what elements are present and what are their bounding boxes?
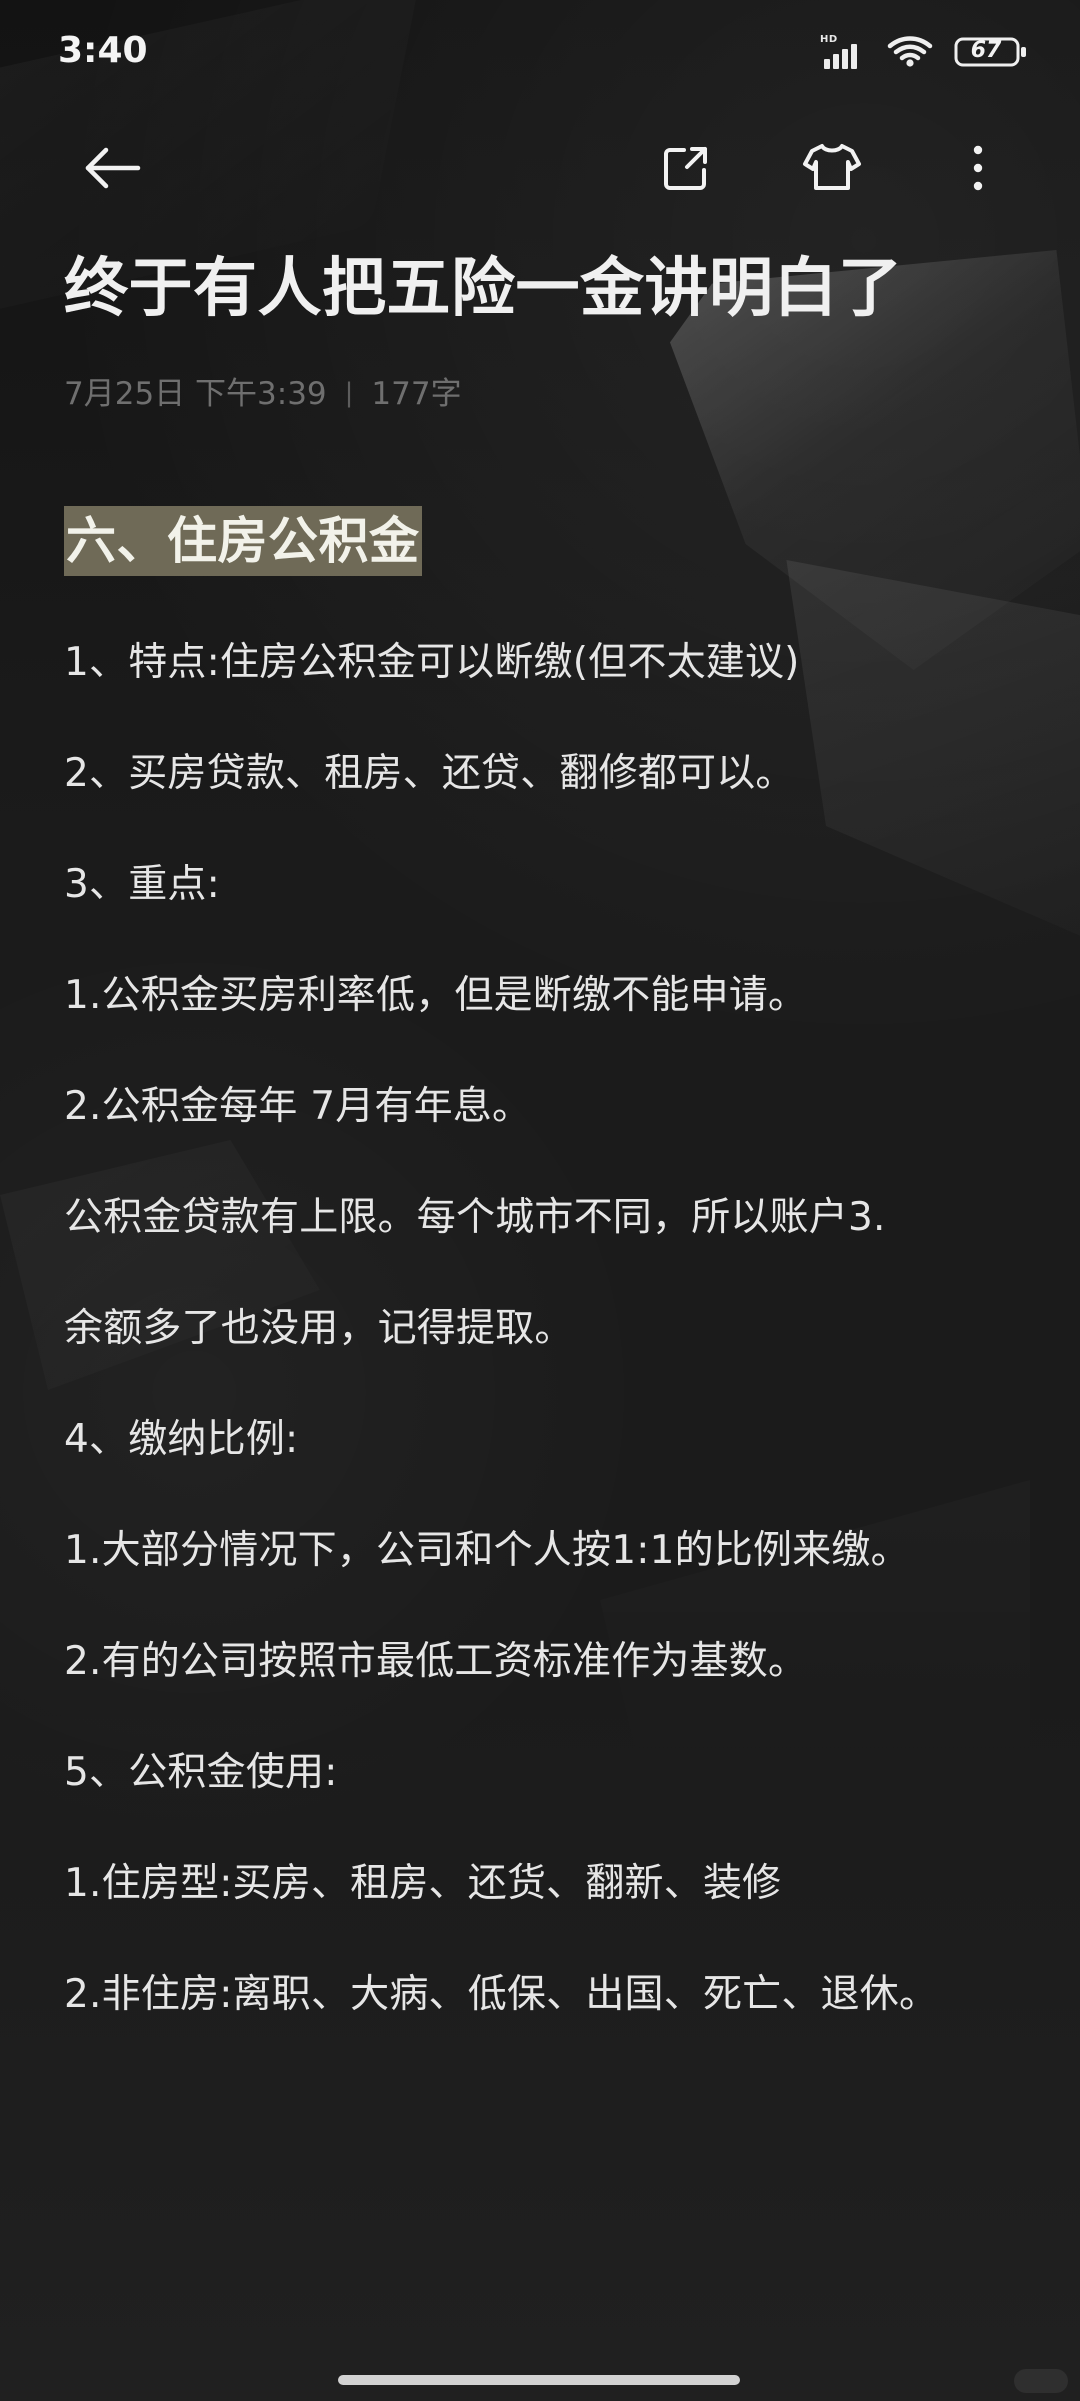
note-line: 2.非住房:离职、大病、低保、出国、死亡、退休。 <box>64 1972 939 2017</box>
note-line: 5、公积金使用: <box>64 1750 338 1795</box>
status-icons: HD 67 <box>820 30 1028 74</box>
battery-level: 67 <box>970 38 1002 63</box>
note-line: 3、重点: <box>64 862 220 907</box>
back-arrow-icon <box>85 147 141 189</box>
note-date: 7月25日 下午3:39 <box>64 376 327 412</box>
note-toolbar <box>0 120 1080 220</box>
signal-icon <box>824 44 857 69</box>
status-time: 3:40 <box>58 30 148 71</box>
note-line: 1、特点:住房公积金可以断缴(但不太建议) <box>64 640 800 685</box>
more-button[interactable] <box>930 120 1026 216</box>
note-body: 1、特点:住房公积金可以断缴(但不太建议) 2、买房贷款、租房、还贷、翻修都可以… <box>64 628 1024 2071</box>
more-vertical-icon <box>973 145 983 191</box>
note-title: 终于有人把五险一金讲明白了 <box>64 252 903 326</box>
note-line: 4、缴纳比例: <box>64 1417 299 1462</box>
meta-separator: | <box>344 378 354 408</box>
note-line: 1.大部分情况下，公司和个人按1:1的比例来缴。 <box>64 1528 910 1573</box>
note-meta: 7月25日 下午3:39 | 177字 <box>64 374 462 414</box>
note-line: 1.住房型:买房、租房、还货、翻新、装修 <box>64 1861 782 1906</box>
battery-indicator: 67 <box>954 36 1028 68</box>
note-line: 余额多了也没用，记得提取。 <box>64 1306 574 1351</box>
section-heading: 六、住房公积金 <box>64 506 422 576</box>
wifi-icon <box>887 36 933 67</box>
word-count: 177字 <box>371 376 462 412</box>
signal-indicator: HD <box>820 35 866 69</box>
share-icon <box>664 147 707 190</box>
note-line: 2.有的公司按照市最低工资标准作为基数。 <box>64 1639 808 1684</box>
watermark-logo <box>1014 2369 1068 2393</box>
share-button[interactable] <box>638 120 734 216</box>
home-indicator[interactable] <box>338 2375 740 2385</box>
theme-button[interactable] <box>784 120 880 216</box>
back-button[interactable] <box>64 120 160 216</box>
note-line: 2、买房贷款、租房、还贷、翻修都可以。 <box>64 751 795 796</box>
status-bar: 3:40 HD 67 <box>0 0 1080 92</box>
note-screen: 3:40 HD 67 终于有人把五险一金讲明白了 7月25日 下午3:39 | … <box>0 0 1080 2401</box>
note-line: 1.公积金买房利率低，但是断缴不能申请。 <box>64 973 808 1018</box>
note-line: 2.公积金每年 7月有年息。 <box>64 1084 532 1129</box>
note-line: 公积金贷款有上限。每个城市不同，所以账户3. <box>64 1195 886 1240</box>
shirt-icon <box>803 144 861 190</box>
